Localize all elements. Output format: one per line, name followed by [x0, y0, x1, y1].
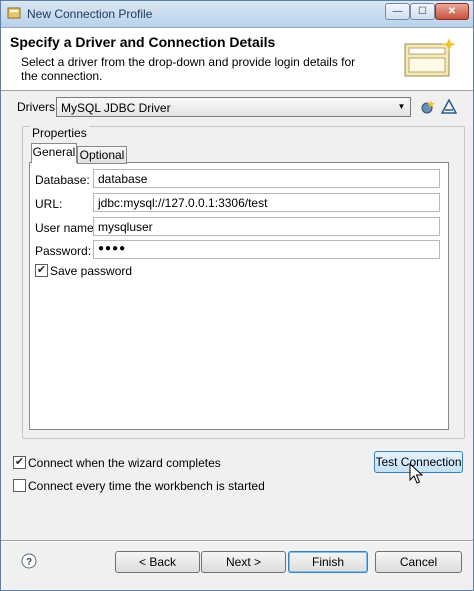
- wizard-header: Specify a Driver and Connection Details …: [1, 28, 473, 91]
- connect-every-time-label: Connect every time the workbench is star…: [28, 479, 265, 493]
- minimize-button[interactable]: —: [385, 3, 410, 20]
- user-name-field[interactable]: mysqluser: [93, 217, 440, 236]
- finish-button[interactable]: Finish: [288, 551, 368, 573]
- maximize-button[interactable]: ☐: [410, 3, 435, 20]
- drivers-label: Drivers:: [17, 100, 59, 114]
- help-icon[interactable]: ?: [21, 553, 37, 569]
- url-field[interactable]: jdbc:mysql://127.0.0.1:3306/test: [93, 193, 440, 212]
- user-name-label: User name:: [35, 221, 98, 235]
- url-label: URL:: [35, 197, 63, 211]
- footer-separator: [1, 540, 473, 542]
- edit-driver-icon[interactable]: [441, 99, 457, 115]
- title-bar[interactable]: New Connection Profile — ☐ ✕: [1, 1, 473, 28]
- chevron-down-icon[interactable]: ▼: [393, 98, 410, 116]
- database-field[interactable]: database: [93, 169, 440, 188]
- app-icon: [7, 7, 21, 19]
- tab-optional[interactable]: Optional: [77, 146, 127, 164]
- mouse-cursor-icon: [409, 463, 423, 484]
- close-button[interactable]: ✕: [435, 3, 469, 20]
- new-driver-icon[interactable]: [419, 99, 435, 115]
- driver-dropdown[interactable]: MySQL JDBC Driver ▼: [56, 97, 411, 117]
- driver-dropdown-value: MySQL JDBC Driver: [61, 101, 171, 115]
- window-title: New Connection Profile: [27, 7, 153, 21]
- page-description: Select a driver from the drop-down and p…: [21, 55, 356, 83]
- password-label: Password:: [35, 244, 92, 258]
- page-title: Specify a Driver and Connection Details: [10, 34, 276, 50]
- back-button[interactable]: < Back: [115, 551, 200, 573]
- password-field[interactable]: ●●●●: [93, 240, 440, 259]
- connect-when-complete-label: Connect when the wizard completes: [28, 456, 221, 470]
- cancel-button[interactable]: Cancel: [375, 551, 462, 573]
- dialog-window: New Connection Profile — ☐ ✕ Specify a D…: [0, 0, 474, 591]
- connect-when-complete-checkbox[interactable]: ✔: [13, 456, 26, 469]
- svg-text:?: ?: [26, 557, 32, 568]
- properties-label: Properties: [30, 126, 89, 140]
- database-label: Database:: [35, 173, 90, 187]
- save-password-label: Save password: [50, 264, 133, 278]
- next-button[interactable]: Next >: [201, 551, 286, 573]
- connect-every-time-checkbox[interactable]: [13, 479, 26, 492]
- save-password-checkbox[interactable]: ✔: [35, 264, 48, 277]
- wizard-banner-icon: [404, 38, 456, 77]
- tab-general[interactable]: General: [31, 143, 77, 163]
